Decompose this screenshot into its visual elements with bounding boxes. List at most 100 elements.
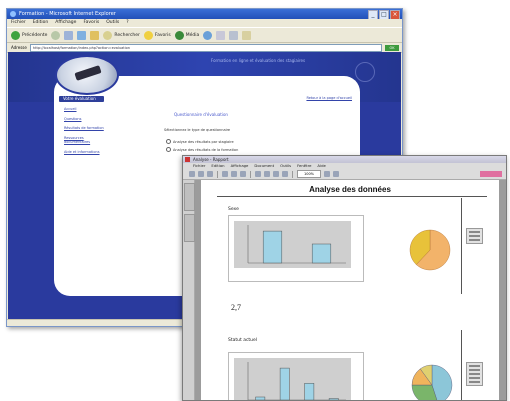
banner-text: Formation en ligne et évaluation des sta… [210,58,306,63]
summary-value: 2,7 [231,303,241,312]
report-menu-file[interactable]: Fichier [193,163,205,169]
zoom-in-icon[interactable] [240,171,246,177]
search-button[interactable]: Rechercher [103,30,140,40]
print-icon[interactable] [207,171,213,177]
pages-tab[interactable] [184,214,195,242]
report-menu-help[interactable]: Aide [317,163,325,169]
edit-icon[interactable] [242,30,252,40]
nav-item-results[interactable]: Résultats de formation [64,126,104,131]
report-menu-tools[interactable]: Outils [280,163,291,169]
radio-icon[interactable] [166,147,171,152]
nav-item-home[interactable]: Accueil [64,107,104,112]
media-icon [174,30,184,40]
previous-page-icon[interactable] [264,171,270,177]
zoom-field[interactable]: 100% [297,170,321,178]
maximize-button[interactable]: □ [379,10,389,19]
media-button[interactable]: Média [174,30,199,40]
menu-favorites[interactable]: Favoris [83,19,99,27]
select-tool-icon[interactable] [231,171,237,177]
close-button[interactable]: × [390,10,400,19]
bar-chart-status [234,358,351,400]
logo-mark-icon [74,65,102,81]
report-menu-window[interactable]: Fenêtre [297,163,311,169]
option-label: Analyse des résultats de la formation [173,147,239,152]
browser-title: Formation - Microsoft Internet Explorer [19,11,116,17]
report-window: Analyse - Rapport Fichier Edition Affich… [182,155,507,401]
next-page-icon[interactable] [273,171,279,177]
menu-help[interactable]: ? [126,19,128,27]
last-page-icon[interactable] [282,171,288,177]
address-label: Adresse [11,45,27,50]
nav-item-help[interactable]: Aide et informations [64,150,104,155]
pie-legend-status [466,362,483,386]
zoom-out-icon[interactable] [324,171,330,177]
pie-chart-status [411,364,453,400]
document-area: Analyse des données Sexe 2,7 Statut actu… [195,180,506,400]
report-title: Analyse - Rapport [193,157,229,162]
history-icon[interactable] [203,30,213,40]
report-toolbar: 100% [183,169,506,180]
option-training[interactable]: Analyse des résultats de la formation [166,147,238,152]
option-label: Analyse des résultats par stagiaire [173,139,234,144]
menu-view[interactable]: Affichage [55,19,76,27]
back-arrow-icon [11,30,20,40]
search-field[interactable] [480,171,502,177]
banner-decoration [355,62,375,82]
browser-title-bar[interactable]: Formation - Microsoft Internet Explorer … [7,9,402,19]
report-app-icon [185,157,190,162]
forward-arrow-icon[interactable] [51,30,61,40]
radio-icon[interactable] [166,139,171,144]
hand-tool-icon[interactable] [222,171,228,177]
home-link[interactable]: Retour à la page d'accueil [306,96,352,100]
browser-menu-bar: Fichier Edition Affichage Favoris Outils… [7,19,402,27]
legend-entry [469,381,480,383]
bookmarks-tab[interactable] [184,183,195,211]
favorites-star-icon [143,30,153,40]
bar-chart-sex [234,221,351,268]
toolbar-separator [292,170,293,178]
menu-edit[interactable]: Edition [33,19,49,27]
menu-file[interactable]: Fichier [11,19,26,27]
refresh-icon[interactable] [77,30,87,40]
print-icon[interactable] [229,30,239,40]
report-menu-edit[interactable]: Edition [211,163,224,169]
bar-chart-sex-svg [247,225,346,264]
bar-chart-status-panel [228,352,364,400]
pie-legend-sex [466,228,483,244]
nav-item-resources[interactable]: Ressources documentaires [64,136,104,145]
report-title-bar[interactable]: Analyse - Rapport [183,156,506,163]
search-icon [103,30,113,40]
report-menu-view[interactable]: Affichage [231,163,249,169]
first-page-icon[interactable] [255,171,261,177]
stop-icon[interactable] [64,30,74,40]
page-title: Questionnaire d'évaluation [174,112,228,117]
site-logo [55,55,119,95]
legend-entry [469,377,480,379]
browser-app-icon [10,11,16,17]
option-trainee[interactable]: Analyse des résultats par stagiaire [166,139,234,144]
section-sex-label: Sexe [228,207,239,212]
nav-item-questions[interactable]: Questions [64,117,104,122]
rotate-icon[interactable] [333,171,339,177]
minimize-button[interactable]: _ [368,10,378,19]
report-menu-document[interactable]: Document [254,163,274,169]
menu-tools[interactable]: Outils [106,19,119,27]
address-input[interactable]: http://localhost/formation/index.php?act… [29,43,382,52]
legend-entry [469,239,480,241]
legend-entry [469,365,480,367]
title-rule [217,196,487,197]
document-title: Analyse des données [309,185,391,194]
save-icon[interactable] [198,171,204,177]
bar-b [279,367,290,400]
go-button[interactable]: OK [385,44,399,51]
bar-chart-sex-panel [228,215,364,282]
favorites-button[interactable]: Favoris [143,30,171,40]
back-button[interactable]: Précédente [11,30,47,40]
open-icon[interactable] [189,171,195,177]
home-icon[interactable] [90,30,100,40]
mail-icon[interactable] [216,30,226,40]
bar-chart-status-svg [247,362,346,400]
bar-a [255,396,266,400]
side-navigation: Votre évaluation Accueil Questions Résul… [59,96,104,154]
navigation-panel [183,180,195,400]
